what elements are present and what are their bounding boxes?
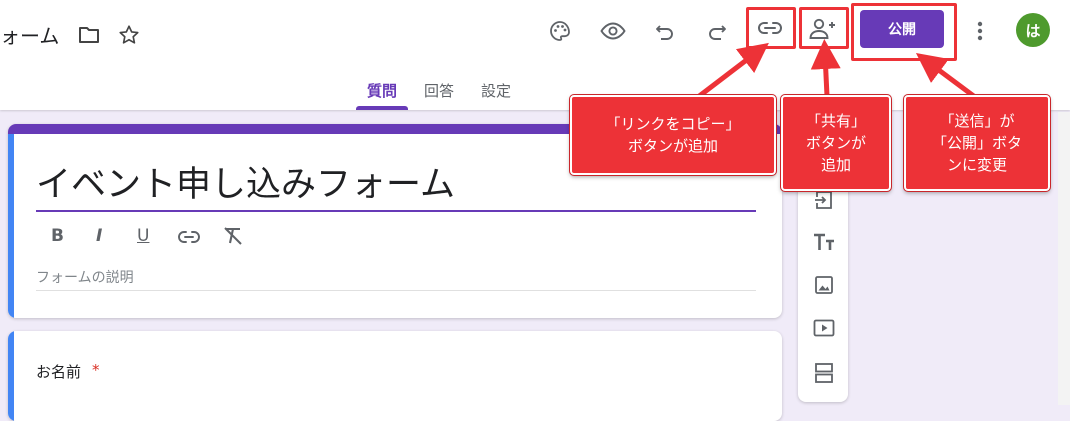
share-callout-line-3: 追加 bbox=[820, 156, 851, 174]
publish-callout-line-2: 「公開」ボタ bbox=[931, 134, 1022, 152]
publish-callout-line-1: 「送信」が bbox=[939, 112, 1015, 130]
callout-arrows bbox=[696, 39, 977, 100]
copy-link-callout-line-2: ボタンが追加 bbox=[627, 137, 718, 155]
share-callout: 「共有」 ボタンが 追加 bbox=[780, 94, 892, 192]
copy-link-callout: 「リンクをコピー」 ボタンが追加 bbox=[569, 94, 777, 176]
share-callout-line-1: 「共有」 bbox=[805, 112, 866, 130]
publish-callout-line-3: ンに変更 bbox=[946, 156, 1007, 174]
copy-link-callout-line-1: 「リンクをコピー」 bbox=[605, 115, 741, 133]
share-callout-line-2: ボタンが bbox=[805, 134, 866, 152]
publish-callout: 「送信」が 「公開」ボタ ンに変更 bbox=[903, 94, 1051, 192]
